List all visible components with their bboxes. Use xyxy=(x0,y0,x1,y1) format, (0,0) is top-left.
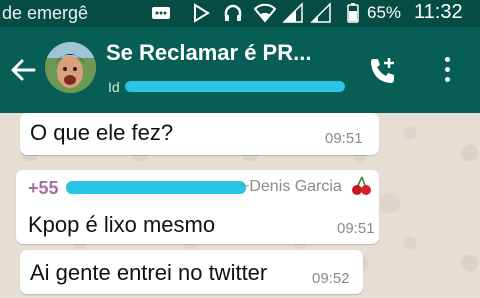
play-store-icon xyxy=(190,2,212,24)
message-text: O que ele fez? xyxy=(30,120,174,145)
sender-name: ~Denis Garcia xyxy=(240,178,342,195)
message-time: 09:51 xyxy=(337,220,375,237)
redaction-mark xyxy=(125,81,345,92)
sender-number[interactable]: +55 xyxy=(28,178,59,199)
clock: 11:32 xyxy=(414,1,463,23)
chat-subtitle: Id xyxy=(108,79,120,95)
back-arrow-icon[interactable] xyxy=(8,55,38,85)
message-icon xyxy=(150,2,172,24)
chat-title[interactable]: Se Reclamar é PR... xyxy=(106,40,311,66)
sender-number-text: +55 xyxy=(28,178,59,198)
group-avatar[interactable] xyxy=(45,42,96,93)
chat-header: Se Reclamar é PR... Id xyxy=(0,27,480,113)
battery-percent: 65% xyxy=(367,3,402,22)
add-call-icon[interactable] xyxy=(367,55,399,87)
message-bubble[interactable]: +55 ~Denis Garcia Kpop é lixo mesmo 09:5… xyxy=(16,170,379,244)
message-text: Ai gente entrei no twitter xyxy=(30,260,268,285)
headphones-icon xyxy=(222,2,244,24)
message-bubble[interactable]: Ai gente entrei no twitter 09:52 xyxy=(20,250,363,294)
signal-icon xyxy=(282,2,304,24)
cherry-icon xyxy=(350,175,372,197)
redaction-mark xyxy=(66,181,246,194)
battery-icon xyxy=(342,2,364,24)
signal-icon-2 xyxy=(310,2,332,24)
message-time: 09:52 xyxy=(312,270,350,287)
overflow-menu-icon[interactable] xyxy=(440,57,454,85)
message-list[interactable]: O que ele fez? 09:51 +55 ~Denis Garcia K… xyxy=(0,113,480,298)
message-time: 09:51 xyxy=(325,130,363,147)
message-bubble[interactable]: O que ele fez? 09:51 xyxy=(20,113,379,155)
carrier-text: de emergê xyxy=(2,3,89,23)
message-text: Kpop é lixo mesmo xyxy=(28,212,216,237)
wifi-icon xyxy=(253,2,277,24)
status-bar: de emergê 65% 11:32 xyxy=(0,0,480,27)
